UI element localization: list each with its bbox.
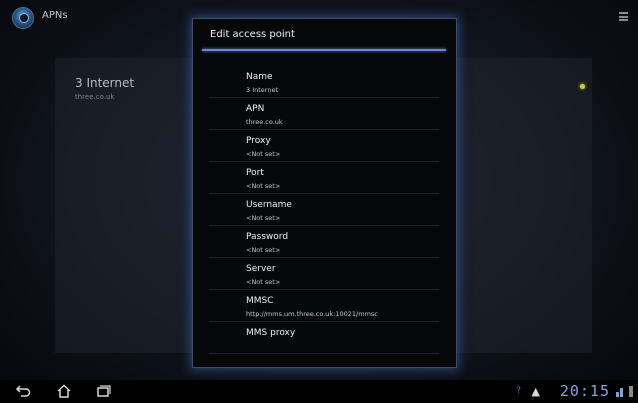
battery-icon [629, 386, 633, 397]
field-label: Port [246, 168, 264, 178]
status-question-icon: ? [516, 386, 521, 396]
field-name[interactable]: Name 3 Internet [209, 66, 439, 98]
warning-icon[interactable]: ▲ [532, 385, 540, 398]
field-value: <Not set> [246, 278, 281, 286]
apn-name: 3 Internet [75, 76, 135, 90]
apn-selected-radio[interactable] [580, 84, 585, 89]
apn-value: three.co.uk [75, 93, 115, 101]
dialog-title-divider [202, 49, 446, 51]
status-clock[interactable]: 20:15 [560, 382, 610, 400]
field-proxy[interactable]: Proxy <Not set> [209, 130, 439, 162]
recent-apps-icon[interactable] [95, 384, 111, 398]
apn-field-list: Name 3 Internet APN three.co.uk Proxy <N… [209, 66, 439, 354]
field-username[interactable]: Username <Not set> [209, 194, 439, 226]
field-port[interactable]: Port <Not set> [209, 162, 439, 194]
back-icon[interactable] [16, 384, 32, 398]
field-server[interactable]: Server <Not set> [209, 258, 439, 290]
field-label: MMSC [246, 296, 274, 306]
field-password[interactable]: Password <Not set> [209, 226, 439, 258]
edit-access-point-dialog: Edit access point Name 3 Internet APN th… [192, 18, 457, 368]
screen: APNs 3 Internet three.co.uk Edit access … [0, 0, 638, 403]
field-value: <Not set> [246, 214, 281, 222]
dialog-title: Edit access point [210, 29, 295, 40]
field-label: Server [246, 264, 276, 274]
field-label: APN [246, 104, 265, 114]
overflow-menu-icon[interactable] [619, 12, 628, 21]
field-label: Proxy [246, 136, 271, 146]
field-value: 3 Internet [246, 86, 279, 94]
home-icon[interactable] [56, 384, 72, 398]
field-label: Name [246, 72, 273, 82]
field-label: Password [246, 232, 289, 242]
field-value: three.co.uk [246, 118, 283, 126]
action-bar-title: APNs [42, 10, 68, 21]
field-mms-proxy[interactable]: MMS proxy [209, 322, 439, 354]
field-value: http://mms.um.three.co.uk:10021/mmsc [246, 310, 378, 318]
signal-icon [616, 386, 626, 397]
field-value: <Not set> [246, 246, 281, 254]
field-value: <Not set> [246, 150, 281, 158]
system-bar: ? ▲ 20:15 [0, 380, 638, 403]
field-value: <Not set> [246, 182, 281, 190]
field-label: MMS proxy [246, 328, 296, 338]
field-label: Username [246, 200, 292, 210]
settings-globe-icon[interactable] [12, 7, 34, 29]
field-mmsc[interactable]: MMSC http://mms.um.three.co.uk:10021/mms… [209, 290, 439, 322]
field-apn[interactable]: APN three.co.uk [209, 98, 439, 130]
